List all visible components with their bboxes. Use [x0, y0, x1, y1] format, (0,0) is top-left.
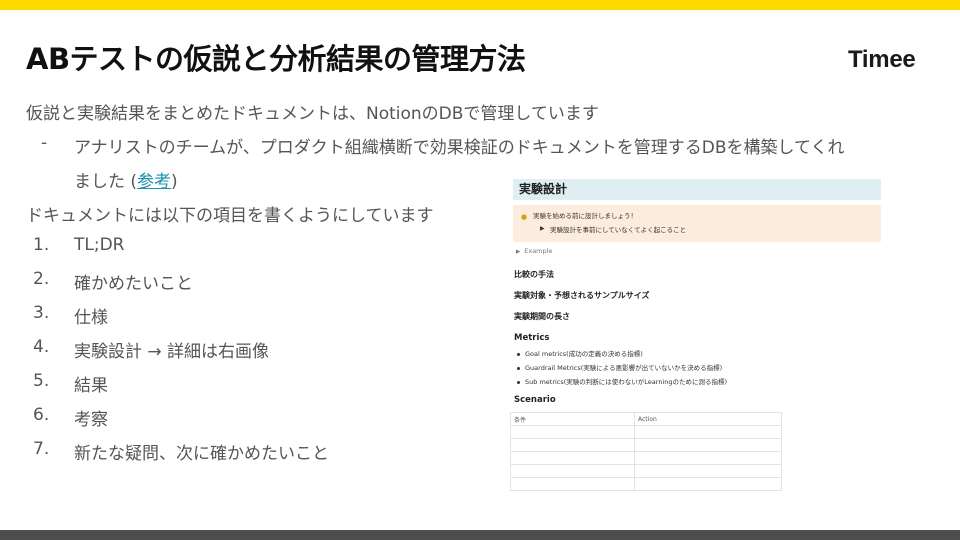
- table-cell[interactable]: [634, 438, 782, 452]
- heading-compare: 比較の手法: [514, 270, 554, 279]
- items-intro-text: ドキュメントには以下の項目を書くようにしています: [26, 206, 434, 226]
- bullet-dot-icon: [517, 366, 520, 370]
- example-toggle[interactable]: ▶ Example: [516, 247, 552, 255]
- list-number: 4.: [33, 337, 50, 357]
- table-row: [510, 464, 782, 478]
- list-number: 6.: [33, 405, 50, 425]
- list-dash: -: [41, 133, 48, 153]
- table-header-condition: 条件: [510, 412, 635, 426]
- sub-bullet-line2: ました (参考): [74, 167, 178, 192]
- metrics-bullet-text: Goal metrics(成功の定義の決める指標): [525, 350, 643, 358]
- table-cell[interactable]: [510, 451, 635, 465]
- metrics-bullet: Goal metrics(成功の定義の決める指標): [517, 348, 643, 358]
- list-number: 1.: [33, 235, 50, 255]
- toggle-triangle-icon: ▶: [516, 249, 521, 255]
- toggle-triangle-icon: ▶: [540, 225, 545, 232]
- example-toggle-label: Example: [524, 247, 553, 255]
- list-item: 新たな疑問、次に確かめたいこと: [74, 444, 329, 464]
- bullet-dot-icon: [517, 352, 520, 356]
- table-row: 条件 Action: [510, 412, 782, 426]
- list-item: 確かめたいこと: [74, 274, 193, 294]
- table-cell[interactable]: [634, 425, 782, 439]
- list-item: 実験設計 → 詳細は右画像: [74, 342, 270, 362]
- notion-page-title: 実験設計: [513, 179, 881, 200]
- list-item: 仕様: [74, 308, 108, 328]
- table-cell[interactable]: [510, 477, 635, 491]
- callout-text: 実験を始める前に設計しましょう！: [533, 212, 637, 220]
- callout-toggle-text: 実験設計を事前にしていなくてよく起こること: [550, 226, 687, 234]
- table-cell[interactable]: [510, 438, 635, 452]
- table-row: [510, 451, 782, 465]
- table-cell[interactable]: [634, 477, 782, 491]
- metrics-bullet: Guardrail Metrics(実験による悪影響が出ていないかを決める指標): [517, 362, 722, 372]
- heading-period: 実験期間の長さ: [514, 312, 570, 321]
- table-cell[interactable]: [510, 464, 635, 478]
- list-item: 結果: [74, 376, 108, 396]
- table-cell[interactable]: [634, 451, 782, 465]
- list-number: 2.: [33, 269, 50, 289]
- list-item: 考察: [74, 410, 108, 430]
- scenario-table: 条件 Action: [510, 412, 782, 491]
- metrics-bullet: Sub metrics(実験の判断には使わないがLearningのために測る指標…: [517, 376, 727, 386]
- list-number: 7.: [33, 439, 50, 459]
- slide-title: ABテストの仮説と分析結果の管理方法: [26, 42, 526, 76]
- table-row: [510, 477, 782, 491]
- sub-bullet-line1: アナリストのチームが、プロダクト組織横断で効果検証のドキュメントを管理するDBを…: [74, 138, 845, 158]
- bullet-dot-icon: [517, 380, 520, 384]
- notion-screenshot: 実験設計 ● 実験を始める前に設計しましょう！ ▶ 実験設計を事前にしていなくて…: [508, 176, 884, 491]
- notion-callout: ● 実験を始める前に設計しましょう！ ▶ 実験設計を事前にしていなくてよく起こる…: [513, 205, 881, 242]
- metrics-bullet-text: Guardrail Metrics(実験による悪影響が出ていないかを決める指標): [525, 364, 723, 372]
- metrics-bullet-text: Sub metrics(実験の判断には使わないがLearningのために測る指標…: [525, 378, 728, 386]
- timee-logo: Timee: [848, 46, 916, 73]
- intro-text: 仮説と実験結果をまとめたドキュメントは、NotionのDBで管理しています: [26, 104, 599, 124]
- table-row: [510, 438, 782, 452]
- reference-link[interactable]: 参考: [137, 172, 171, 192]
- bottom-bar: [0, 530, 960, 540]
- sub-line2-prefix: ました (: [74, 172, 138, 192]
- top-accent-bar: [0, 0, 960, 10]
- sub-line2-suffix: ): [171, 172, 178, 192]
- table-cell[interactable]: [634, 464, 782, 478]
- lightbulb-icon: ●: [521, 213, 528, 221]
- list-number: 5.: [33, 371, 50, 391]
- table-cell[interactable]: [510, 425, 635, 439]
- heading-target: 実験対象・予想されるサンプルサイズ: [514, 291, 650, 300]
- table-header-action: Action: [634, 412, 782, 426]
- heading-scenario: Scenario: [514, 395, 556, 405]
- table-row: [510, 425, 782, 439]
- heading-metrics: Metrics: [514, 333, 550, 343]
- list-number: 3.: [33, 303, 50, 323]
- list-item: TL;DR: [74, 235, 125, 255]
